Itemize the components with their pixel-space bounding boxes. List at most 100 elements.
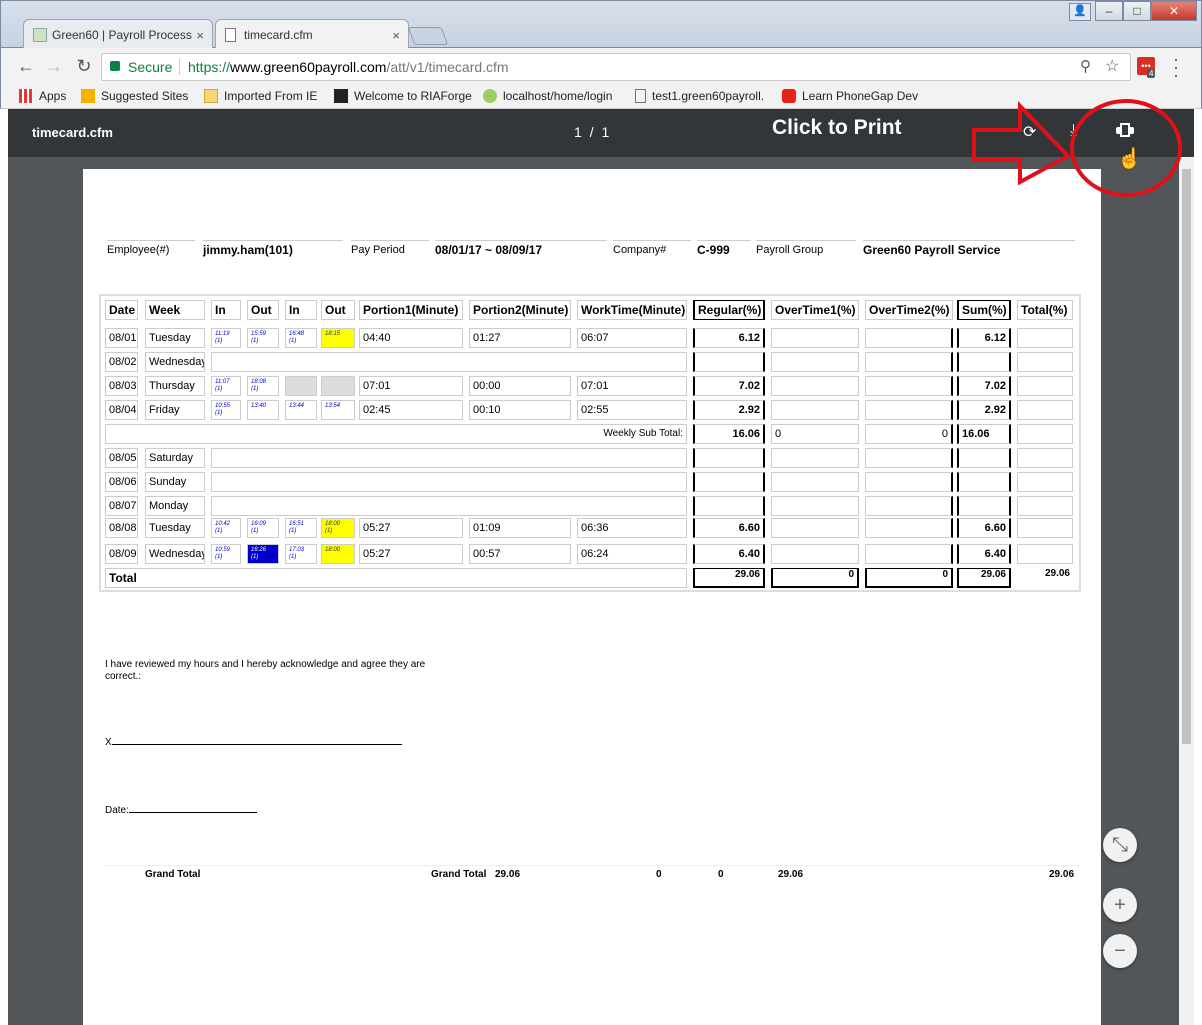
url-host: www.green60payroll.com <box>230 59 387 75</box>
lock-icon <box>110 61 120 71</box>
punch-time-cell[interactable]: 13:54 <box>321 400 355 420</box>
riaforge-icon <box>334 89 348 103</box>
punch-time-cell[interactable]: 10:55 (1) <box>211 400 241 420</box>
punch-time-cell[interactable]: 13:40 <box>247 400 279 420</box>
bookmark-test1[interactable]: test1.green60payroll. <box>635 88 764 105</box>
close-window-button[interactable]: ✕ <box>1151 1 1197 21</box>
row-weekday: Friday <box>145 400 205 420</box>
weekly-subtotal-ot2: 0 <box>865 424 953 444</box>
punch-time-cell[interactable]: 11:07 (1) <box>211 376 241 396</box>
new-tab-button[interactable] <box>407 27 449 45</box>
bookmark-label: Learn PhoneGap Dev <box>802 89 919 103</box>
zoom-icon[interactable]: ⚲ <box>1080 54 1091 80</box>
address-bar[interactable]: Secure https://www.green60payroll.com/at… <box>101 53 1131 81</box>
minimize-button[interactable]: – <box>1095 1 1123 21</box>
bookmark-label: Imported From IE <box>224 89 318 103</box>
row-date: 08/01 <box>105 328 138 348</box>
overtime1-cell <box>771 448 859 468</box>
weekly-subtotal-regular: 16.06 <box>693 424 765 444</box>
punch-time-cell[interactable]: 16:09 (1) <box>247 518 279 538</box>
bookmark-label: Apps <box>39 89 67 103</box>
tab-payroll-process[interactable]: Green60 | Payroll Process × <box>23 19 213 50</box>
total-cell <box>1017 518 1073 538</box>
punch-time-cell[interactable]: 18:00 (1) <box>321 518 355 538</box>
punch-count: (1) <box>325 528 333 534</box>
punch-time-cell[interactable]: 10:59 (1) <box>211 544 241 564</box>
column-header: Portion2(Minute) <box>469 300 571 320</box>
punch-time-cell[interactable]: 15:59 (1) <box>247 328 279 348</box>
scrollbar-thumb[interactable] <box>1182 169 1191 744</box>
punch-time-cell[interactable]: 11:19 (1) <box>211 328 241 348</box>
close-tab-icon[interactable]: × <box>392 20 400 50</box>
worktime-cell: 06:24 <box>577 544 687 564</box>
bookmark-phonegap[interactable]: Learn PhoneGap Dev <box>782 88 918 105</box>
red-arrow-annotation <box>972 99 1182 197</box>
reload-icon[interactable]: ↻ <box>73 56 95 77</box>
bing-icon <box>81 89 95 103</box>
bookmark-apps[interactable]: Apps <box>19 88 66 105</box>
folder-icon <box>204 89 218 103</box>
bookmark-label: localhost/home/login <box>503 89 613 103</box>
punch-time-cell[interactable]: 18:15 <box>321 328 355 348</box>
profile-icon[interactable]: 👤 <box>1069 3 1091 21</box>
menu-icon[interactable]: · · · <box>1173 50 1179 84</box>
bookmark-suggested[interactable]: Suggested Sites <box>81 88 188 105</box>
click-to-print-annotation: Click to Print <box>772 116 902 139</box>
browser-toolbar: ← → ↻ Secure https://www.green60payroll.… <box>0 48 1202 85</box>
forward-icon[interactable]: → <box>43 56 65 77</box>
bookmark-localhost[interactable]: localhost/home/login <box>483 88 612 105</box>
sum-cell: 7.02 <box>957 376 1011 396</box>
punch-time-cell[interactable]: 18:00 <box>321 544 355 564</box>
bookmark-imported[interactable]: Imported From IE <box>204 88 317 105</box>
column-header: Date <box>105 300 138 320</box>
column-header: Out <box>321 300 355 320</box>
total-cell <box>1017 328 1073 348</box>
empty-day-cell <box>211 472 687 492</box>
regular-cell <box>693 448 765 468</box>
date-underline <box>128 812 257 813</box>
punch-time-cell[interactable]: 16:51 (1) <box>285 518 317 538</box>
regular-cell: 7.02 <box>693 376 765 396</box>
row-weekday: Saturday <box>145 448 205 468</box>
zoom-out-button[interactable]: − <box>1103 934 1137 968</box>
secure-label: Secure <box>128 59 173 75</box>
viewer-scrollbar[interactable] <box>1179 157 1194 1025</box>
close-tab-icon[interactable]: × <box>196 20 204 50</box>
overtime1-cell <box>771 472 859 492</box>
fit-page-button[interactable]: ⤡ <box>1103 828 1137 862</box>
worktime-cell: 06:36 <box>577 518 687 538</box>
back-icon[interactable]: ← <box>15 56 37 77</box>
punch-time-cell[interactable]: 16:48 (1) <box>285 328 317 348</box>
bookmark-label: test1.green60payroll. <box>652 89 765 103</box>
punch-time-cell[interactable] <box>285 376 317 396</box>
punch-time: 18:08 <box>251 379 267 385</box>
overtime1-cell <box>771 518 859 538</box>
column-header: Week <box>145 300 205 320</box>
punch-count: (1) <box>215 528 223 534</box>
maximize-button[interactable]: □ <box>1123 1 1151 21</box>
page-indicator: 1 / 1 <box>574 124 609 140</box>
bookmark-riaforge[interactable]: Welcome to RIAForge <box>334 88 472 105</box>
punch-time-cell[interactable]: 17:03 (1) <box>285 544 317 564</box>
total-cell <box>1017 472 1073 492</box>
row-date: 08/05 <box>105 448 138 468</box>
punch-time-cell[interactable]: 13:44 <box>285 400 317 420</box>
punch-time-cell[interactable]: 18:08 (1) <box>247 376 279 396</box>
overtime2-cell <box>865 352 953 372</box>
sum-cell: 6.40 <box>957 544 1011 564</box>
punch-time: 16:51 <box>289 521 305 527</box>
green60-favicon-icon <box>33 28 47 42</box>
punch-time-cell[interactable] <box>321 376 355 396</box>
column-header: WorkTime(Minute) <box>577 300 687 320</box>
punch-time: 18:00 <box>325 521 341 527</box>
zoom-in-button[interactable]: + <box>1103 888 1137 922</box>
grand-total-row: Grand Total Grand Total 29.06 0 0 29.06 … <box>105 865 1079 885</box>
portion1-cell: 05:27 <box>359 518 463 538</box>
punch-time-cell[interactable]: 16:26 (1) <box>247 544 279 564</box>
punch-time-cell[interactable]: 10:42 (1) <box>211 518 241 538</box>
bookmark-star-icon[interactable]: ☆ <box>1105 54 1119 80</box>
tab-timecard[interactable]: timecard.cfm × <box>215 19 409 50</box>
document-favicon-icon <box>225 28 236 42</box>
pdf-page: Employee(#) jimmy.ham(101) Pay Period 08… <box>83 169 1101 1025</box>
date-line: Date: <box>105 805 257 816</box>
